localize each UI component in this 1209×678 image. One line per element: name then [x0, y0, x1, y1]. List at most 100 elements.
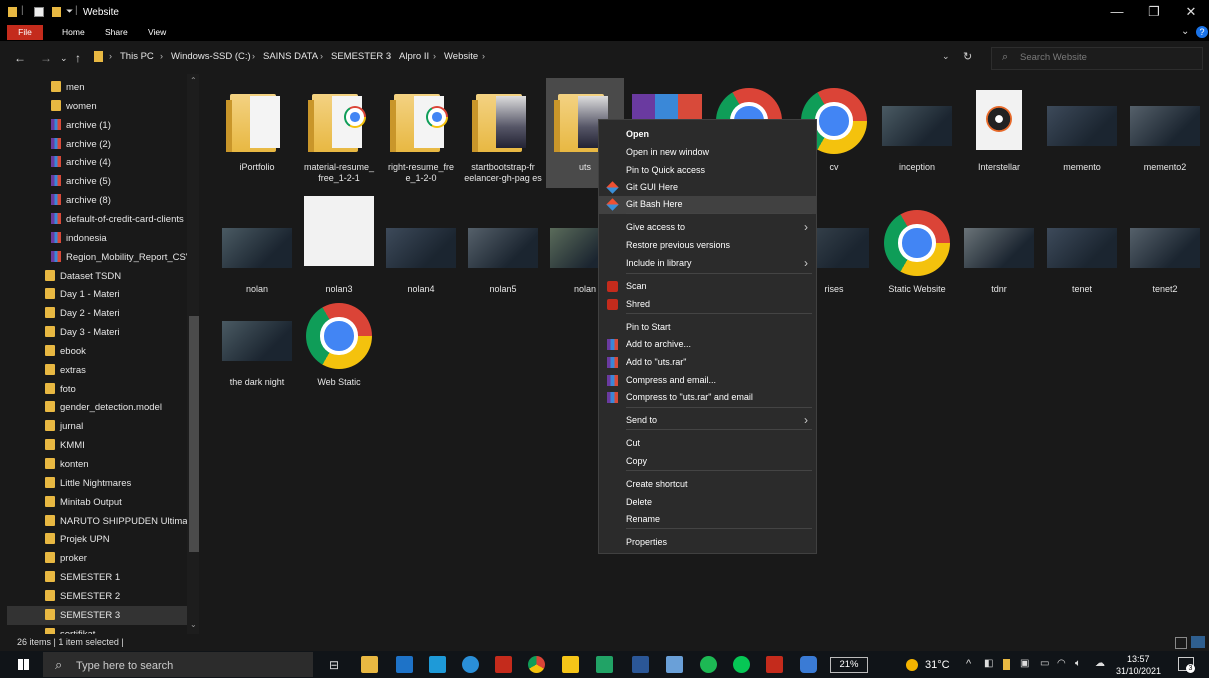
- help-icon[interactable]: ?: [1196, 26, 1208, 38]
- minimize-button[interactable]: —: [1102, 2, 1132, 22]
- tray-display-icon[interactable]: ▭: [1040, 658, 1049, 669]
- context-menu-item[interactable]: Git Bash Here: [599, 196, 816, 214]
- sidebar-item[interactable]: sertifikat: [7, 625, 193, 634]
- sidebar-item[interactable]: indonesia: [7, 229, 193, 248]
- context-menu-item[interactable]: Include in library ›: [599, 255, 816, 273]
- task-view-icon[interactable]: ⊟: [329, 658, 339, 672]
- sidebar-item[interactable]: Day 3 - Materi: [7, 323, 193, 342]
- maximize-button[interactable]: ❐: [1139, 2, 1169, 22]
- sidebar-item[interactable]: Region_Mobility_Report_CSVs: [7, 248, 197, 267]
- context-menu-item[interactable]: Add to "uts.rar": [599, 354, 816, 372]
- scroll-up-icon[interactable]: ⌃: [190, 76, 197, 85]
- new-folder-icon[interactable]: [52, 7, 61, 17]
- address-path[interactable]: › This PC › Windows-SSD (C:) › SAINS DAT…: [90, 47, 983, 68]
- tab-share[interactable]: Share: [105, 26, 128, 39]
- clock-date[interactable]: 31/10/2021: [1116, 666, 1161, 676]
- clock-time[interactable]: 13:57: [1127, 654, 1150, 664]
- context-menu-item[interactable]: Send to ›: [599, 412, 816, 430]
- sidebar-item[interactable]: Day 1 - Materi: [7, 285, 193, 304]
- windows-start-icon[interactable]: [18, 659, 29, 670]
- file-item[interactable]: Web Static: [300, 293, 378, 403]
- sidebar-item[interactable]: SEMESTER 1: [7, 568, 193, 587]
- crumb-website[interactable]: Website: [444, 51, 478, 62]
- edge-icon[interactable]: [462, 656, 479, 673]
- weather-icon[interactable]: [906, 659, 918, 671]
- crumb-sains-data[interactable]: SAINS DATA: [263, 51, 318, 62]
- wifi-icon[interactable]: ◠: [1057, 658, 1066, 669]
- sidebar-item[interactable]: SEMESTER 2: [7, 587, 193, 606]
- sidebar-item[interactable]: women: [7, 97, 193, 116]
- linkedin-icon[interactable]: [429, 656, 446, 673]
- close-button[interactable]: ✕: [1176, 2, 1206, 22]
- context-menu-item[interactable]: Compress to "uts.rar" and email: [599, 389, 816, 407]
- large-icons-view-icon[interactable]: [1191, 636, 1205, 648]
- context-menu-item[interactable]: Properties: [599, 534, 816, 552]
- search-box[interactable]: ⌕ Search Website: [991, 47, 1203, 70]
- details-view-icon[interactable]: [1175, 637, 1187, 649]
- sidebar-item[interactable]: Minitab Output: [7, 493, 193, 512]
- sidebar-item[interactable]: gender_detection.model: [7, 398, 193, 417]
- pycharm-icon[interactable]: [596, 656, 613, 673]
- context-menu-item[interactable]: Give access to ›: [599, 219, 816, 237]
- file-item[interactable]: memento2: [1126, 78, 1204, 188]
- context-menu-item[interactable]: Restore previous versions: [599, 237, 816, 255]
- app-icon[interactable]: [666, 656, 683, 673]
- file-explorer-icon[interactable]: [361, 656, 378, 673]
- sidebar-item[interactable]: ebook: [7, 342, 193, 361]
- file-item[interactable]: startbootstrap-fr eelancer-gh-pag es: [464, 78, 542, 188]
- file-item[interactable]: tenet: [1043, 200, 1121, 310]
- context-menu-item[interactable]: Shred: [599, 296, 816, 314]
- weather-temp[interactable]: 31°C: [925, 659, 950, 671]
- file-item[interactable]: tdnr: [960, 200, 1038, 310]
- sidebar-item[interactable]: jurnal: [7, 417, 193, 436]
- context-menu-item[interactable]: Delete: [599, 494, 816, 512]
- navigation-pane[interactable]: men women archive (1) archive (2) archive (4…: [7, 74, 200, 634]
- crumb-alpro[interactable]: Alpro II: [399, 51, 429, 62]
- recent-locations-button[interactable]: ⌄: [60, 53, 68, 64]
- file-item[interactable]: tenet2: [1126, 200, 1204, 310]
- context-menu-item[interactable]: Open in new window: [599, 144, 816, 162]
- spotify-icon[interactable]: [700, 656, 717, 673]
- file-item[interactable]: right-resume_fre e_1-2-0: [382, 78, 460, 188]
- sticky-notes-icon[interactable]: [562, 656, 579, 673]
- customize-toolbar-icon[interactable]: ⏷: [66, 6, 73, 17]
- context-menu-item[interactable]: Compress and email...: [599, 372, 816, 390]
- context-menu-item[interactable]: Pin to Quick access: [599, 162, 816, 180]
- context-menu-item[interactable]: Create shortcut: [599, 476, 816, 494]
- scroll-down-icon[interactable]: ⌄: [190, 620, 197, 629]
- back-button[interactable]: ←: [14, 51, 26, 65]
- crumb-drive[interactable]: Windows-SSD (C:): [171, 51, 251, 62]
- file-item[interactable]: the dark night: [218, 293, 296, 403]
- onedrive-icon[interactable]: ☁︎: [1095, 658, 1105, 669]
- crumb-this-pc[interactable]: This PC: [120, 51, 154, 62]
- file-item[interactable]: nolan5: [464, 200, 542, 310]
- sidebar-item[interactable]: Day 2 - Materi: [7, 304, 193, 323]
- crumb-semester-3[interactable]: SEMESTER 3: [331, 51, 391, 62]
- expand-ribbon-icon[interactable]: ⌄: [1181, 26, 1189, 37]
- forward-button[interactable]: →: [40, 51, 52, 65]
- context-menu-item[interactable]: Cut: [599, 435, 816, 453]
- tray-folder-icon[interactable]: [1003, 659, 1010, 670]
- up-button[interactable]: ↑: [75, 51, 81, 65]
- mail-icon[interactable]: [396, 656, 413, 673]
- sidebar-item[interactable]: proker: [7, 549, 193, 568]
- mcafee-shield-icon[interactable]: [766, 656, 783, 673]
- file-item[interactable]: iPortfolio: [218, 78, 296, 188]
- file-item[interactable]: Static Website: [878, 200, 956, 310]
- sidebar-item[interactable]: men: [7, 78, 193, 97]
- sidebar-item[interactable]: konten: [7, 455, 193, 474]
- context-menu-item[interactable]: Git GUI Here: [599, 179, 816, 197]
- sidebar-item[interactable]: Little Nightmares: [7, 474, 193, 493]
- sidebar-item[interactable]: KMMI: [7, 436, 193, 455]
- battery-indicator[interactable]: 21%: [830, 657, 868, 673]
- context-menu-item[interactable]: Pin to Start: [599, 319, 816, 337]
- context-menu-item[interactable]: Copy: [599, 453, 816, 471]
- file-item[interactable]: Interstellar: [960, 78, 1038, 188]
- sidebar-item[interactable]: default-of-credit-card-clients: [7, 210, 193, 229]
- tab-file[interactable]: File: [7, 25, 43, 40]
- sidebar-item[interactable]: foto: [7, 380, 193, 399]
- sidebar-item[interactable]: archive (4): [7, 153, 193, 172]
- sidebar-item[interactable]: extras: [7, 361, 193, 380]
- tray-icon[interactable]: ◧: [984, 658, 993, 669]
- context-menu-item[interactable]: Open: [599, 126, 816, 144]
